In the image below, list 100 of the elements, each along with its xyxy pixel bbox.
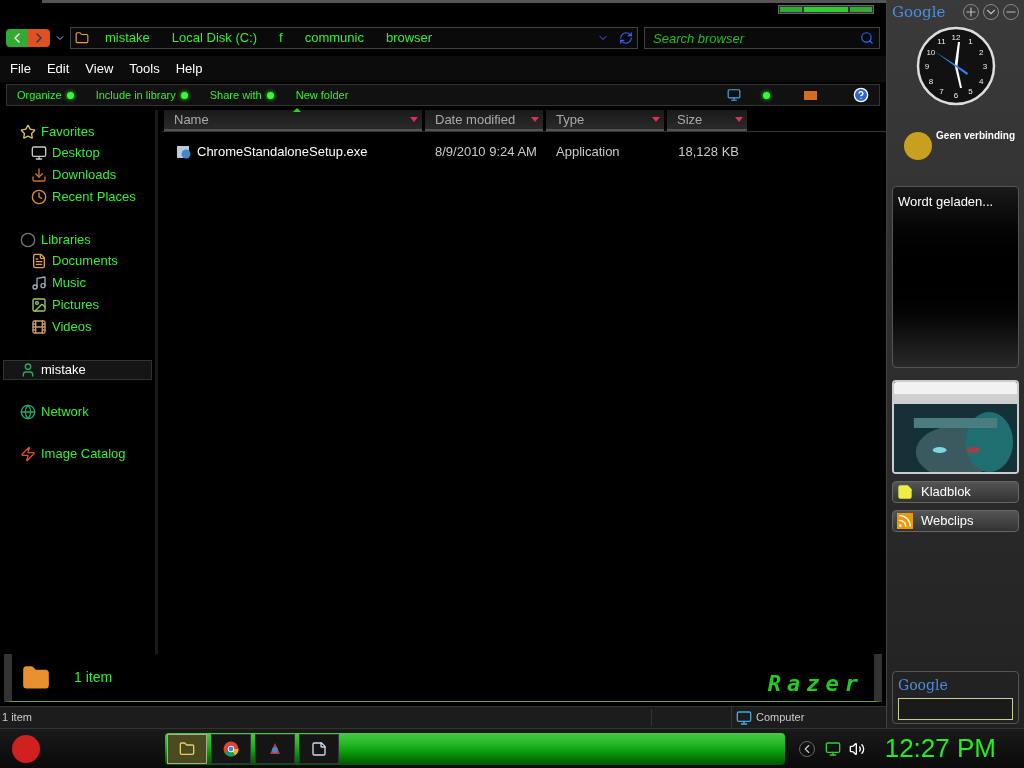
download-icon xyxy=(31,167,47,183)
volume-icon[interactable] xyxy=(848,740,865,757)
toolbar-button[interactable]: Organize xyxy=(17,86,74,104)
nav-item[interactable]: Music xyxy=(0,272,155,294)
view-icon[interactable] xyxy=(727,88,741,102)
feed-status: Wordt geladen... xyxy=(898,194,994,209)
menu-item[interactable]: View xyxy=(77,59,122,79)
nav-item[interactable]: Desktop xyxy=(0,142,155,164)
breadcrumb[interactable]: f xyxy=(279,28,283,48)
clock-numeral: 8 xyxy=(928,76,933,86)
clock-numeral: 11 xyxy=(936,36,946,46)
preview-pane-icon[interactable] xyxy=(804,90,817,100)
catalog-icon xyxy=(20,446,36,462)
breadcrumb[interactable]: mistake xyxy=(105,28,150,48)
nav-item[interactable]: Downloads xyxy=(0,164,155,186)
status-count: 1 item xyxy=(0,709,652,726)
help-icon[interactable] xyxy=(853,87,869,103)
nav-item[interactable]: Videos xyxy=(0,316,155,338)
breadcrumb[interactable]: browser xyxy=(385,28,433,48)
nav-item[interactable]: Favorites xyxy=(0,122,155,142)
dropdown-icon xyxy=(180,91,188,99)
toolbar-button[interactable]: New folder xyxy=(295,86,349,104)
gadget-button[interactable]: Kladblok xyxy=(892,481,1019,503)
clock-numeral: 6 xyxy=(953,91,958,100)
folder-icon xyxy=(75,31,89,45)
menu-item[interactable]: File xyxy=(2,59,39,79)
computer-icon xyxy=(736,709,752,726)
clock-numeral: 12 xyxy=(951,33,960,42)
folder-icon xyxy=(179,740,195,757)
user-icon xyxy=(20,362,36,378)
breadcrumb[interactable]: Local Disk (C:) xyxy=(171,28,258,48)
back-button[interactable] xyxy=(6,29,28,47)
breadcrumb[interactable]: communic xyxy=(304,28,364,48)
caret-icon[interactable] xyxy=(531,117,539,122)
column-header[interactable]: Name xyxy=(164,110,422,131)
folder-icon xyxy=(22,663,50,692)
video-icon xyxy=(31,319,47,335)
nav-item[interactable]: Network xyxy=(0,402,155,422)
chrome-icon xyxy=(223,740,239,757)
weather-status: Geen verbinding xyxy=(936,129,1015,143)
nav-item[interactable]: Image Catalog xyxy=(0,444,155,464)
gadget-button[interactable]: Webclips xyxy=(892,510,1019,532)
taskbar-clock[interactable]: 12:27 PM xyxy=(884,729,996,768)
taskbar-button[interactable] xyxy=(255,733,295,764)
network-icon xyxy=(20,404,36,420)
network-icon[interactable] xyxy=(824,740,841,757)
item-count: 1 item xyxy=(74,668,113,687)
recent-icon xyxy=(31,189,47,205)
star-icon xyxy=(20,124,36,140)
caret-icon[interactable] xyxy=(735,117,743,122)
type-cell-text: Application xyxy=(555,143,621,162)
minute-hand xyxy=(954,66,962,88)
logo: Google xyxy=(898,677,948,693)
document-icon xyxy=(31,253,47,269)
nav-item[interactable]: mistake xyxy=(3,360,152,380)
taskbar-button[interactable] xyxy=(211,733,251,764)
toolbar-button[interactable]: Include in library xyxy=(95,86,188,104)
clock-numeral: 4 xyxy=(978,76,983,86)
status-location: Computer xyxy=(756,710,805,726)
search-field[interactable]: Search browser xyxy=(644,27,880,49)
dropdown-icon xyxy=(763,91,770,99)
logo: Razer xyxy=(767,670,864,698)
logo: Google xyxy=(892,1,946,23)
notepad-icon xyxy=(311,740,327,757)
clock-numeral: 1 xyxy=(967,36,973,46)
add-icon[interactable] xyxy=(963,4,979,20)
hour-hand xyxy=(954,42,960,66)
column-header[interactable]: Date modified xyxy=(425,110,543,131)
column-header[interactable]: Size xyxy=(667,110,747,131)
caret-icon[interactable] xyxy=(410,117,418,122)
menu-item[interactable]: Help xyxy=(167,59,211,79)
start-button[interactable] xyxy=(12,734,40,763)
nav-item[interactable]: Documents xyxy=(0,250,155,272)
forward-button[interactable] xyxy=(28,29,50,47)
toolbar-button[interactable]: Share with xyxy=(209,86,274,104)
installer-icon xyxy=(176,144,192,160)
file-name-cell[interactable]: ChromeStandaloneSetup.exe xyxy=(164,142,422,162)
column-header[interactable]: Type xyxy=(546,110,664,131)
window-controls[interactable] xyxy=(778,5,874,14)
refresh-icon[interactable] xyxy=(619,31,633,45)
nav-item[interactable]: Libraries xyxy=(0,230,155,250)
caret-icon[interactable] xyxy=(652,117,660,122)
size-cell-text: 18,128 KB xyxy=(677,143,740,162)
address-bar[interactable]: mistake Local Disk (C:) f communic browser xyxy=(70,27,638,49)
clock-numeral: 2 xyxy=(978,47,983,57)
taskbar-button[interactable] xyxy=(299,733,339,764)
nav-item[interactable]: Pictures xyxy=(0,294,155,316)
sun-icon xyxy=(904,132,932,160)
dropdown-icon xyxy=(66,91,74,99)
feed-icon xyxy=(897,513,913,529)
nav-item[interactable]: Recent Places xyxy=(0,186,155,208)
menu-item[interactable]: Edit xyxy=(38,59,78,79)
library-icon xyxy=(20,232,36,248)
dropdown-icon xyxy=(266,91,274,99)
taskbar-button[interactable] xyxy=(167,733,207,764)
clock-numeral: 9 xyxy=(924,62,929,71)
sort-arrow-icon xyxy=(293,108,301,112)
menu-item[interactable]: Tools xyxy=(121,59,168,79)
date-cell-text: 8/9/2010 9:24 AM xyxy=(434,143,538,162)
clock-numeral: 5 xyxy=(967,87,973,97)
